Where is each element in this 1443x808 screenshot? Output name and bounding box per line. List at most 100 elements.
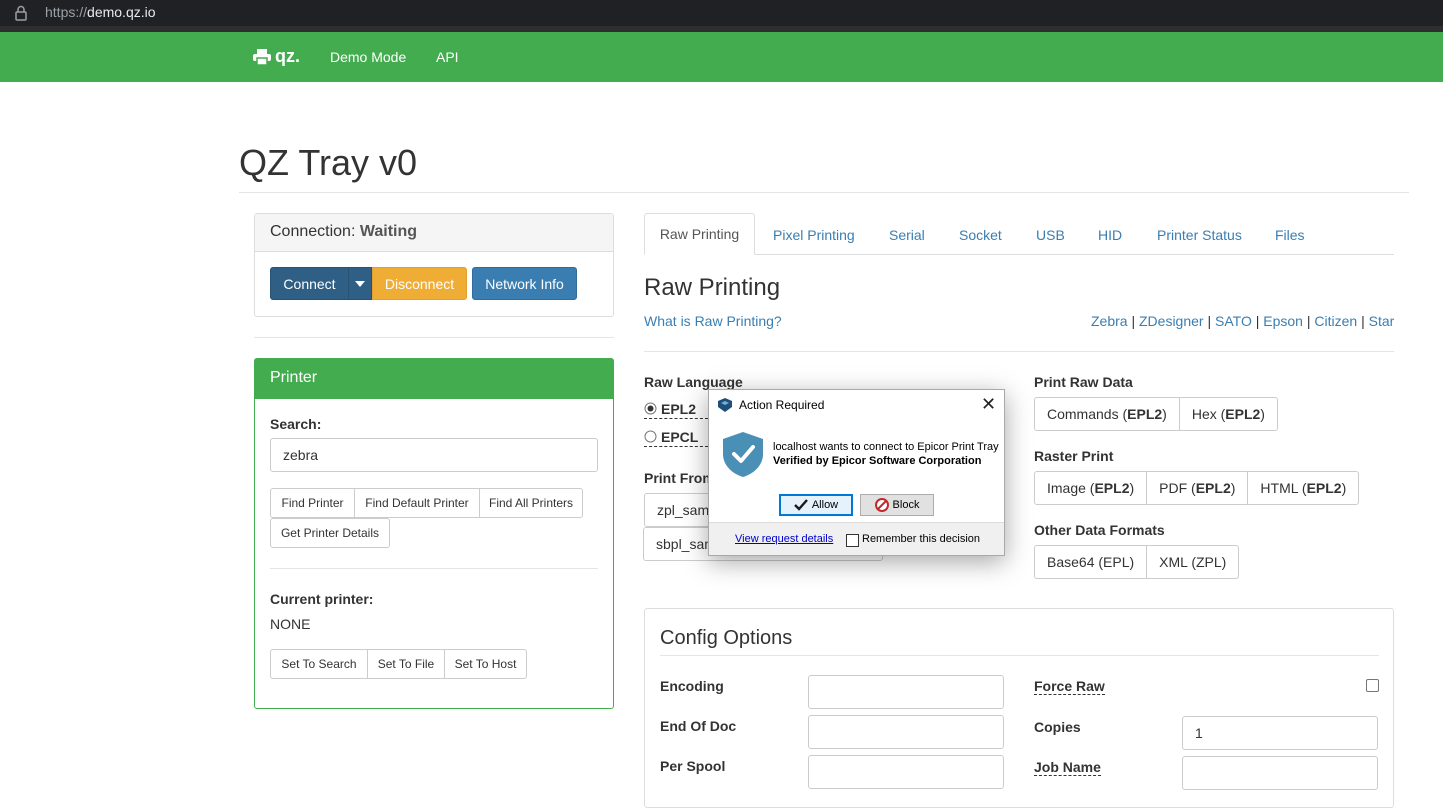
tab-serial[interactable]: Serial	[889, 227, 925, 243]
dialog-title-bar[interactable]: Action Required ✕	[709, 390, 1004, 420]
brand-text: qz.	[275, 46, 300, 66]
brand-link-star[interactable]: Star	[1369, 313, 1395, 329]
image-epl2-button[interactable]: Image (EPL2)	[1034, 471, 1148, 505]
block-button[interactable]: Block	[860, 494, 934, 516]
search-label: Search:	[270, 416, 322, 432]
find-all-printers-button[interactable]: Find All Printers	[479, 488, 583, 518]
sbpl-label: sbpl_sam	[656, 536, 716, 552]
set-to-search-button[interactable]: Set To Search	[270, 649, 368, 679]
base64-epl-button[interactable]: Base64 (EPL)	[1034, 545, 1148, 579]
title-divider	[239, 192, 1409, 193]
brand-separator: |	[1255, 313, 1260, 329]
remember-decision-label: Remember this decision	[862, 533, 980, 545]
config-options-panel: Config Options Encoding End Of Doc Per S…	[644, 608, 1394, 808]
end-of-doc-input[interactable]	[808, 715, 1004, 749]
encoding-input[interactable]	[808, 675, 1004, 709]
url-text[interactable]: https://demo.qz.io	[45, 4, 156, 20]
pdf-epl2-button[interactable]: PDF (EPL2)	[1146, 471, 1249, 505]
tab-pixel-printing[interactable]: Pixel Printing	[773, 227, 855, 243]
view-request-details-link[interactable]: View request details	[735, 533, 833, 545]
lang-epl2-label: EPL2	[661, 400, 697, 417]
tab-usb[interactable]: USB	[1036, 227, 1065, 243]
lang-option-epl2[interactable]: EPL2	[644, 399, 708, 419]
config-divider	[660, 655, 1379, 656]
tab-socket[interactable]: Socket	[959, 227, 1002, 243]
close-icon[interactable]: ✕	[981, 395, 996, 413]
remember-decision-checkbox[interactable]	[846, 534, 859, 547]
what-is-raw-printing-link[interactable]: What is Raw Printing?	[644, 313, 782, 329]
raw-data-button-group: Commands (EPL2) Hex (EPL2)	[1034, 397, 1278, 431]
print-raw-data-label: Print Raw Data	[1034, 374, 1133, 390]
connect-dropdown-toggle[interactable]	[348, 267, 372, 300]
tab-raw-printing[interactable]: Raw Printing	[644, 213, 755, 255]
printer-panel: Printer Search: zebra Find Printer Find …	[254, 358, 614, 709]
connection-status: Waiting	[359, 223, 418, 240]
commands-epl2-button[interactable]: Commands (EPL2)	[1034, 397, 1180, 431]
tabs-bar	[644, 254, 1394, 255]
brand-logo[interactable]: qz.	[253, 46, 300, 67]
dialog-verified-text: Verified by Epicor Software Corporation	[773, 455, 982, 467]
find-default-printer-button[interactable]: Find Default Printer	[354, 488, 480, 518]
printer-search-input[interactable]: zebra	[270, 438, 598, 472]
force-raw-checkbox[interactable]	[1366, 679, 1379, 692]
connection-heading: Connection: Waiting	[255, 214, 613, 252]
radio-checked-icon[interactable]	[644, 402, 657, 415]
page-title: QZ Tray v0	[239, 142, 418, 183]
copies-label: Copies	[1034, 719, 1081, 735]
per-spool-input[interactable]	[808, 755, 1004, 789]
brand-link-citizen[interactable]: Citizen	[1314, 313, 1357, 329]
tab-files[interactable]: Files	[1275, 227, 1305, 243]
dialog-body: localhost wants to connect to Epicor Pri…	[709, 420, 1004, 522]
action-required-dialog: Action Required ✕ localhost wants to con…	[708, 389, 1005, 556]
printer-heading: Printer	[255, 359, 613, 399]
brand-separator: |	[1131, 313, 1136, 329]
network-info-button[interactable]: Network Info	[472, 267, 577, 300]
nav-api[interactable]: API	[436, 49, 459, 65]
copies-input[interactable]: 1	[1182, 716, 1378, 750]
checkmark-icon	[793, 499, 808, 511]
per-spool-label: Per Spool	[660, 758, 726, 774]
browser-address-bar[interactable]: https://demo.qz.io	[0, 0, 1443, 26]
tab-hid[interactable]: HID	[1098, 227, 1122, 243]
shield-check-icon	[723, 432, 763, 477]
disconnect-button[interactable]: Disconnect	[372, 267, 467, 300]
current-printer-value: NONE	[270, 616, 311, 632]
app-icon	[718, 398, 732, 412]
block-icon	[874, 498, 889, 512]
find-printer-button[interactable]: Find Printer	[270, 488, 355, 518]
dialog-request-text: localhost wants to connect to Epicor Pri…	[773, 441, 999, 453]
xml-zpl-button[interactable]: XML (ZPL)	[1146, 545, 1240, 579]
hex-epl2-button[interactable]: Hex (EPL2)	[1178, 397, 1278, 431]
brand-link-zdesigner[interactable]: ZDesigner	[1139, 313, 1204, 329]
encoding-label: Encoding	[660, 678, 724, 694]
brand-link-epson[interactable]: Epson	[1263, 313, 1303, 329]
brand-links: Zebra | ZDesigner | SATO | Epson | Citiz…	[1091, 313, 1394, 329]
brand-link-zebra[interactable]: Zebra	[1091, 313, 1128, 329]
job-name-label: Job Name	[1034, 759, 1101, 776]
html-epl2-button[interactable]: HTML (EPL2)	[1247, 471, 1360, 505]
get-printer-details-button[interactable]: Get Printer Details	[270, 518, 390, 548]
top-navbar: qz. Demo Mode API	[0, 32, 1443, 82]
force-raw-label: Force Raw	[1034, 678, 1105, 695]
raster-button-group: Image (EPL2) PDF (EPL2) HTML (EPL2)	[1034, 471, 1360, 505]
print-from-label: Print From	[644, 470, 715, 486]
allow-button[interactable]: Allow	[779, 494, 853, 516]
allow-label: Allow	[811, 499, 839, 511]
brand-link-sato[interactable]: SATO	[1215, 313, 1252, 329]
brand-separator: |	[1361, 313, 1365, 329]
raster-print-label: Raster Print	[1034, 448, 1114, 464]
end-of-doc-label: End Of Doc	[660, 718, 737, 734]
brand-separator: |	[1207, 313, 1212, 329]
lang-option-epcl[interactable]: EPCL	[644, 427, 708, 447]
set-to-host-button[interactable]: Set To Host	[444, 649, 527, 679]
connection-panel: Connection: Waiting	[254, 213, 614, 317]
raw-language-label: Raw Language	[644, 374, 743, 390]
job-name-input[interactable]	[1182, 756, 1378, 790]
nav-demo-mode[interactable]: Demo Mode	[330, 49, 406, 65]
other-formats-label: Other Data Formats	[1034, 522, 1165, 538]
connect-button[interactable]: Connect	[270, 267, 349, 300]
set-to-file-button[interactable]: Set To File	[367, 649, 445, 679]
config-options-heading: Config Options	[660, 627, 793, 649]
tab-printer-status[interactable]: Printer Status	[1157, 227, 1242, 243]
radio-unchecked-icon[interactable]	[644, 430, 657, 443]
